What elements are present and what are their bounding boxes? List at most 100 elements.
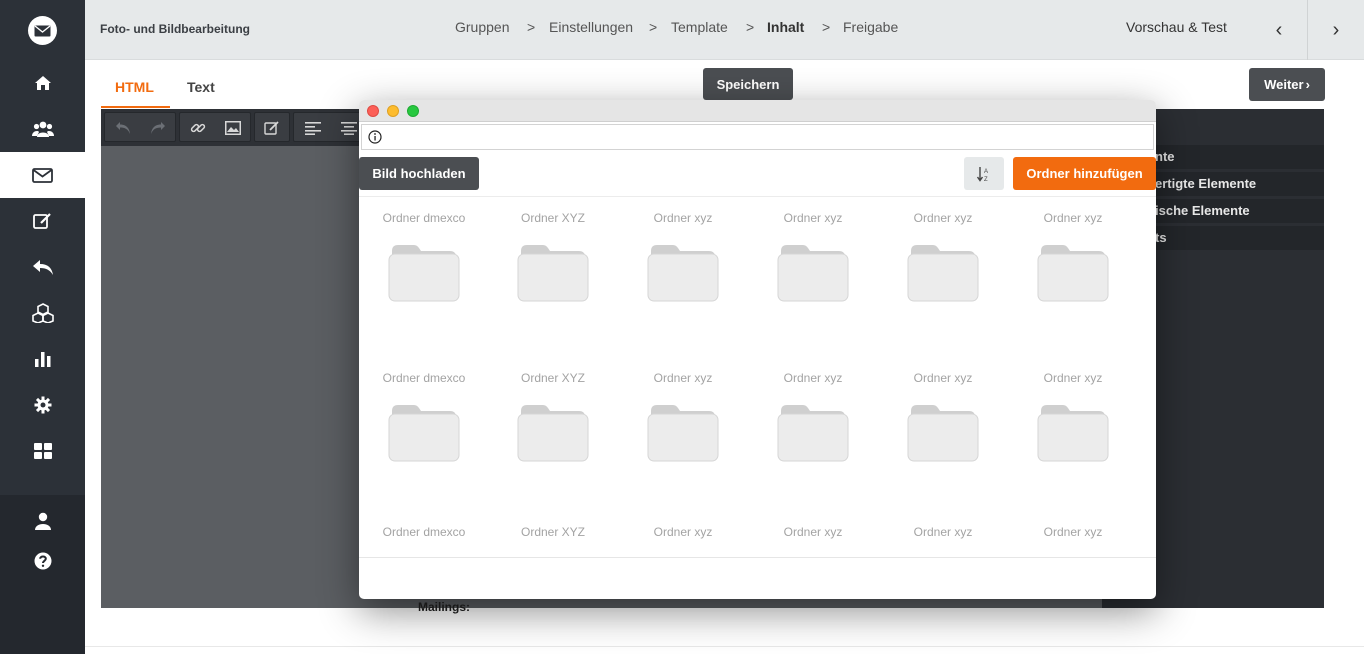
folder-item[interactable]: Ordner xyz [748, 357, 878, 477]
modal-titlebar [359, 100, 1156, 122]
breadcrumb-item-freigabe[interactable]: Freigabe [843, 19, 898, 35]
reply-icon [32, 260, 53, 275]
folder-label: Ordner xyz [913, 371, 973, 385]
breadcrumb-separator: > [822, 19, 831, 35]
next-nav-button[interactable]: › [1308, 0, 1364, 60]
folder-label: Ordner dmexco [382, 371, 466, 385]
add-folder-button[interactable]: Ordner hinzufügen [1013, 157, 1156, 190]
upload-image-button[interactable]: Bild hochladen [359, 157, 479, 190]
link-icon[interactable] [189, 119, 207, 137]
folder-label: Ordner xyz [1043, 211, 1103, 225]
folder-item[interactable]: Ordner XYZ [488, 197, 618, 317]
folder-item[interactable]: Ordner xyz [748, 197, 878, 317]
breadcrumb-separator: > [746, 19, 755, 35]
folder-item[interactable]: Ordner xyz [878, 511, 1008, 557]
window-minimize-button[interactable] [387, 105, 399, 117]
folder-item[interactable]: Ordner dmexco [359, 357, 489, 477]
folder-item[interactable]: Ordner XYZ [488, 357, 618, 477]
chevron-left-icon: ‹ [1275, 18, 1283, 41]
folder-item[interactable]: Ordner xyz [1008, 197, 1138, 317]
bar-chart-icon [34, 352, 50, 367]
breadcrumb-item-template[interactable]: Template [671, 19, 728, 35]
preview-test-link[interactable]: Vorschau & Test [1126, 19, 1227, 35]
folder-label: Ordner xyz [653, 211, 713, 225]
sidebar-item-apps[interactable] [0, 428, 85, 474]
editor-content-text: Mailings: [418, 600, 471, 614]
folder-item[interactable]: Ordner dmexco [359, 197, 489, 317]
folder-item[interactable]: Ordner dmexco [359, 511, 489, 557]
window-maximize-button[interactable] [407, 105, 419, 117]
undo-icon[interactable] [114, 119, 132, 137]
breadcrumb-item-inhalt[interactable]: Inhalt [767, 19, 804, 35]
sidebar-item-settings[interactable] [0, 382, 85, 428]
folder-item[interactable]: Ordner xyz [1008, 511, 1138, 557]
sidebar-item-home[interactable] [0, 60, 85, 106]
folder-label: Ordner dmexco [382, 525, 466, 539]
folder-item[interactable]: Ordner xyz [618, 357, 748, 477]
weiter-button[interactable]: Weiter › [1249, 68, 1325, 101]
breadcrumb-item-einstellungen[interactable]: Einstellungen [549, 19, 633, 35]
users-icon [31, 121, 54, 137]
folder-label: Ordner xyz [653, 371, 713, 385]
folder-grid: Ordner dmexco Ordner XYZ Ordner xyz Ordner … [359, 197, 1156, 557]
edit-icon[interactable] [263, 119, 281, 137]
chevron-right-icon: › [1332, 18, 1340, 41]
modal-footer-divider [359, 557, 1156, 558]
save-button[interactable]: Speichern [703, 68, 793, 100]
edit-icon [33, 213, 51, 229]
sidebar-item-mailings[interactable] [0, 152, 85, 198]
breadcrumb-item-gruppen[interactable]: Gruppen [455, 19, 509, 35]
folder-label: Ordner dmexco [382, 211, 466, 225]
folder-label: Ordner xyz [783, 211, 843, 225]
sidebar-item-reports[interactable] [0, 336, 85, 382]
grid-icon [33, 443, 52, 459]
toolbar-group-insert [179, 112, 251, 142]
folder-icon [1037, 245, 1109, 302]
align-left-icon[interactable] [304, 119, 322, 137]
redo-icon[interactable] [149, 119, 167, 137]
folder-item[interactable]: Ordner xyz [618, 511, 748, 557]
mail-logo-icon[interactable] [28, 16, 57, 45]
sidebar-item-groups[interactable] [0, 106, 85, 152]
folder-icon [647, 245, 719, 302]
sidebar-item-replies[interactable] [0, 244, 85, 290]
window-close-button[interactable] [367, 105, 379, 117]
folder-label: Ordner xyz [913, 525, 973, 539]
folder-icon [777, 245, 849, 302]
folder-icon [777, 405, 849, 462]
image-browser-modal: Bild hochladen AZ Ordner hinzufügen Ordn… [359, 100, 1156, 599]
tab-text[interactable]: Text [187, 79, 215, 95]
tab-html[interactable]: HTML [115, 79, 154, 95]
help-icon [34, 552, 51, 570]
folder-item[interactable]: Ordner xyz [1008, 357, 1138, 477]
folder-label: Ordner XYZ [520, 371, 586, 385]
svg-text:A: A [984, 169, 988, 175]
folder-item[interactable]: Ordner XYZ [488, 511, 618, 557]
sort-button[interactable]: AZ [964, 157, 1004, 190]
folder-label: Ordner xyz [913, 211, 973, 225]
toolbar-group-history [104, 112, 176, 142]
folder-icon [388, 405, 460, 462]
folder-icon [1037, 405, 1109, 462]
top-bar: Foto- und Bildbearbeitung Gruppen > Eins… [85, 0, 1364, 60]
folder-item[interactable]: Ordner xyz [878, 197, 1008, 317]
url-bar[interactable] [361, 124, 1154, 150]
user-icon [34, 512, 51, 530]
folder-item[interactable]: Ordner xyz [618, 197, 748, 317]
chevron-right-icon: › [1305, 77, 1310, 92]
image-icon[interactable] [224, 119, 242, 137]
sidebar-item-modules[interactable] [0, 290, 85, 336]
home-icon [34, 76, 51, 90]
folder-label: Ordner XYZ [520, 525, 586, 539]
prev-button[interactable]: ‹ [1251, 0, 1307, 60]
align-center-icon[interactable] [340, 119, 358, 137]
folder-item[interactable]: Ordner xyz [878, 357, 1008, 477]
folder-label: Ordner xyz [783, 371, 843, 385]
sidebar-item-help[interactable] [0, 538, 85, 584]
envelope-icon [32, 167, 53, 183]
folder-label: Ordner xyz [1043, 525, 1103, 539]
folder-label: Ordner XYZ [520, 211, 586, 225]
sidebar-item-edit[interactable] [0, 198, 85, 244]
folder-icon [517, 245, 589, 302]
folder-item[interactable]: Ordner xyz [748, 511, 878, 557]
